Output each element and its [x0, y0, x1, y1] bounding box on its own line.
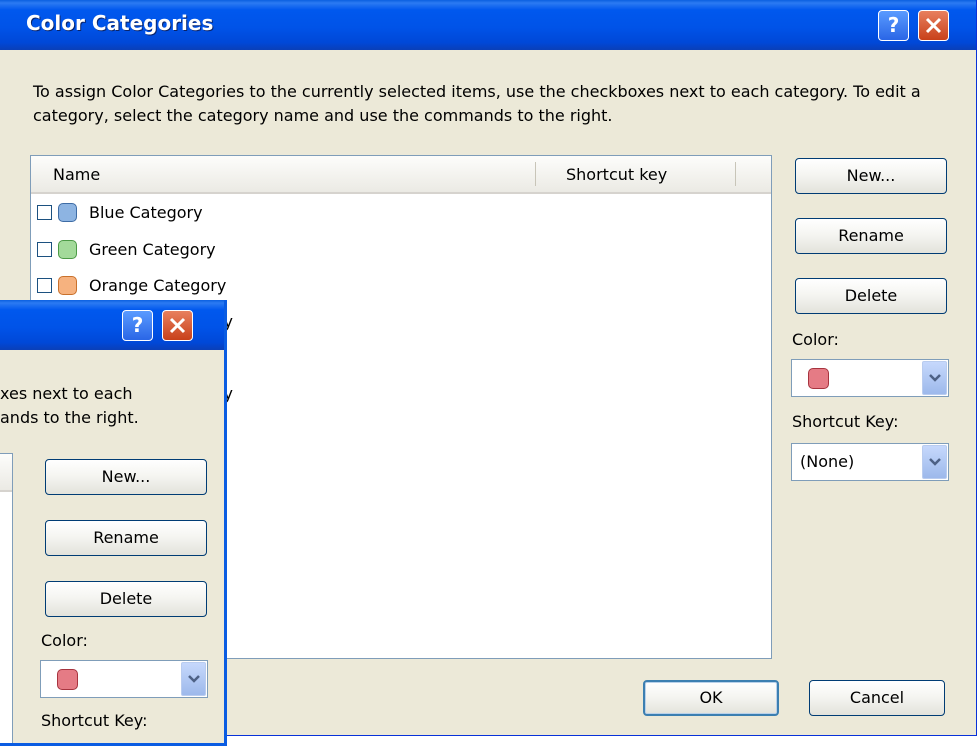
color-dropdown[interactable] — [40, 660, 208, 698]
category-label: Orange Category — [89, 275, 227, 295]
column-shortcut-key[interactable]: Shortcut key — [566, 165, 667, 184]
list-item[interactable]: Green Category — [37, 234, 216, 264]
color-categories-dialog-overlay: ? xes next to each ands to the right. Ne… — [0, 300, 227, 746]
column-name[interactable]: Name — [53, 165, 100, 184]
category-color-swatch — [58, 275, 77, 295]
shortcut-key-label: Shortcut Key: — [41, 711, 148, 730]
description-fragment: ands to the right. — [0, 408, 139, 427]
color-label: Color: — [792, 330, 839, 349]
delete-button[interactable]: Delete — [45, 581, 207, 617]
chevron-down-icon[interactable] — [181, 662, 206, 696]
list-item[interactable]: Blue Category — [37, 197, 203, 227]
title-bar[interactable]: ? — [0, 300, 224, 350]
list-header: Name Shortcut key — [31, 156, 771, 194]
list-header — [0, 454, 12, 492]
help-button[interactable]: ? — [878, 10, 909, 41]
cancel-button[interactable]: Cancel — [809, 680, 945, 716]
chevron-down-icon[interactable] — [922, 361, 947, 395]
chevron-down-icon[interactable] — [922, 445, 947, 479]
category-label: Green Category — [89, 239, 216, 259]
dialog-description: To assign Color Categories to the curren… — [33, 82, 921, 125]
category-checkbox[interactable] — [37, 241, 52, 257]
help-button[interactable]: ? — [122, 310, 153, 341]
rename-button[interactable]: Rename — [795, 218, 947, 254]
help-icon: ? — [887, 13, 900, 37]
close-button[interactable] — [162, 310, 193, 341]
category-checkbox[interactable] — [37, 277, 52, 293]
close-button[interactable] — [918, 10, 949, 41]
list-item[interactable]: Orange Category — [37, 270, 226, 300]
color-dropdown[interactable] — [791, 359, 949, 397]
new-button[interactable]: New... — [795, 158, 947, 194]
dialog-title: Color Categories — [26, 11, 214, 35]
delete-button[interactable]: Delete — [795, 278, 947, 314]
help-icon: ? — [131, 313, 144, 337]
rename-button[interactable]: Rename — [45, 520, 207, 556]
description-fragment: xes next to each — [0, 384, 133, 403]
category-color-swatch — [58, 239, 77, 259]
new-button[interactable]: New... — [45, 459, 207, 495]
close-icon — [925, 17, 942, 34]
shortcut-key-value: (None) — [800, 452, 855, 471]
title-bar[interactable]: Color Categories ? — [0, 0, 976, 50]
shortcut-key-dropdown[interactable]: (None) — [791, 443, 949, 481]
category-label: Blue Category — [89, 202, 203, 222]
close-icon — [169, 317, 186, 334]
selected-color-swatch — [57, 669, 78, 690]
color-label: Color: — [41, 631, 88, 650]
category-color-swatch — [58, 202, 77, 222]
ok-button[interactable]: OK — [643, 680, 779, 716]
category-checkbox[interactable] — [37, 204, 52, 220]
selected-color-swatch — [808, 368, 829, 389]
categories-list-fragment[interactable] — [0, 453, 13, 743]
shortcut-key-label: Shortcut Key: — [792, 412, 899, 431]
